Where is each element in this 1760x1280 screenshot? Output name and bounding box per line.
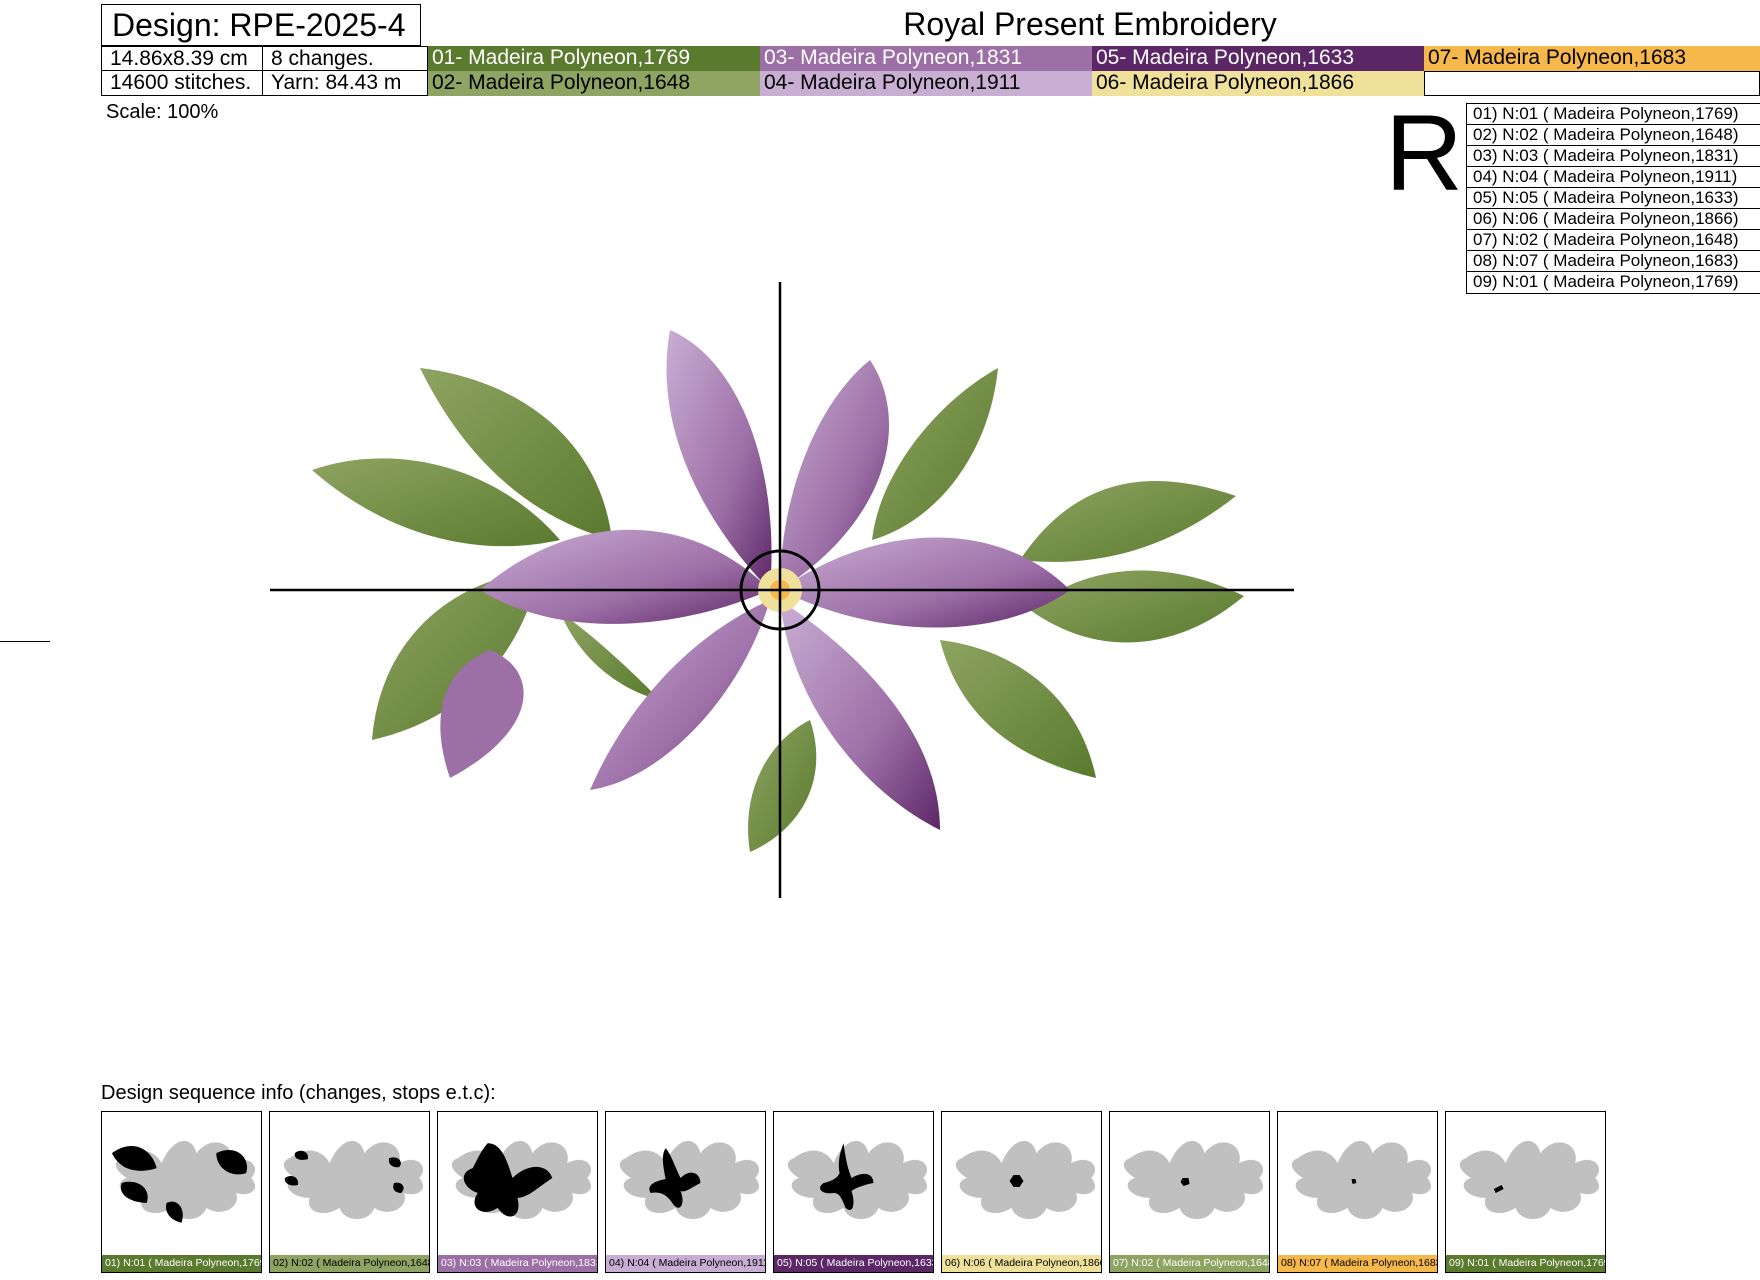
stop-item: 06) N:06 ( Madeira Polyneon,1866) (1467, 209, 1760, 230)
thumbnail-preview (111, 1140, 256, 1223)
thumbnail-preview (955, 1140, 1096, 1220)
thumbnail-preview (1459, 1140, 1600, 1220)
thumbnail-preview (787, 1140, 928, 1220)
stop-list: 01) N:01 ( Madeira Polyneon,1769) 02) N:… (1466, 103, 1760, 294)
thumbnail-preview (283, 1140, 424, 1220)
stop-item: 03) N:03 ( Madeira Polyneon,1831) (1467, 146, 1760, 167)
logo-letter: R (1385, 92, 1463, 213)
thread-swatch: 05- Madeira Polyneon,1633 (1092, 46, 1424, 71)
sequence-thumbnail[interactable]: 09) N:01 ( Madeira Polyneon,1769) (1445, 1111, 1606, 1273)
sequence-thumbnail[interactable]: 07) N:02 ( Madeira Polyneon,1648) (1109, 1111, 1270, 1273)
stop-item: 09) N:01 ( Madeira Polyneon,1769) (1473, 272, 1739, 291)
thumbnail-caption: 05) N:05 ( Madeira Polyneon,1633) (774, 1255, 933, 1272)
stop-item: 05) N:05 ( Madeira Polyneon,1633) (1467, 188, 1760, 209)
stop-item: 07) N:02 ( Madeira Polyneon,1648) (1467, 230, 1760, 251)
thread-swatch: 07- Madeira Polyneon,1683 (1424, 46, 1760, 71)
thread-swatch: 02- Madeira Polyneon,1648 (428, 71, 760, 96)
design-title: Design: RPE-2025-4 (101, 4, 421, 46)
thread-swatch: 03- Madeira Polyneon,1831 (760, 46, 1092, 71)
sequence-thumbnail[interactable]: 02) N:02 ( Madeira Polyneon,1648) (269, 1111, 430, 1273)
stop-item: 08) N:07 ( Madeira Polyneon,1683) (1467, 251, 1760, 272)
thumbnail-preview (1123, 1140, 1264, 1220)
thumbnail-caption: 01) N:01 ( Madeira Polyneon,1769) (102, 1255, 261, 1272)
thumbnail-caption: 08) N:07 ( Madeira Polyneon,1683) (1278, 1255, 1437, 1272)
design-size: 14.86x8.39 cm (101, 46, 263, 71)
thumbnail-caption: 02) N:02 ( Madeira Polyneon,1648) (270, 1255, 429, 1272)
thumbnail-caption: 04) N:04 ( Madeira Polyneon,1911) (606, 1255, 765, 1272)
thumbnail-preview (1291, 1140, 1432, 1220)
sequence-thumbnail[interactable]: 03) N:03 ( Madeira Polyneon,1831) (437, 1111, 598, 1273)
sequence-label: Design sequence info (changes, stops e.t… (101, 1082, 496, 1104)
thumbnail-preview (619, 1140, 760, 1220)
stop-item: 02) N:02 ( Madeira Polyneon,1648) (1467, 125, 1760, 146)
thumbnail-caption: 09) N:01 ( Madeira Polyneon,1769) (1446, 1255, 1605, 1272)
sequence-thumbnail[interactable]: 08) N:07 ( Madeira Polyneon,1683) (1277, 1111, 1438, 1273)
stitch-count: 14600 stitches. (101, 70, 263, 96)
thread-swatch: 01- Madeira Polyneon,1769 (428, 46, 760, 71)
thread-swatch: 04- Madeira Polyneon,1911 (760, 71, 1092, 96)
color-changes: 8 changes. (262, 46, 428, 71)
thumbnail-preview (451, 1140, 592, 1220)
yarn-length: Yarn: 84.43 m (262, 70, 428, 96)
brand-name: Royal Present Embroidery (903, 6, 1277, 42)
stop-item: 01) N:01 ( Madeira Polyneon,1769) (1467, 104, 1760, 125)
edge-marker (0, 641, 50, 642)
thumbnail-caption: 03) N:03 ( Madeira Polyneon,1831) (438, 1255, 597, 1272)
thumbnail-caption: 07) N:02 ( Madeira Polyneon,1648) (1110, 1255, 1269, 1272)
thread-swatch: 06- Madeira Polyneon,1866 (1092, 71, 1424, 96)
sequence-thumbnail[interactable]: 01) N:01 ( Madeira Polyneon,1769) (101, 1111, 262, 1273)
stop-item: 04) N:04 ( Madeira Polyneon,1911) (1467, 167, 1760, 188)
sequence-thumbnail[interactable]: 06) N:06 ( Madeira Polyneon,1866) (941, 1111, 1102, 1273)
thumbnail-caption: 06) N:06 ( Madeira Polyneon,1866) (942, 1255, 1101, 1272)
embroidery-preview[interactable] (260, 280, 1300, 900)
sequence-thumbnail[interactable]: 05) N:05 ( Madeira Polyneon,1633) (773, 1111, 934, 1273)
thread-swatch-empty (1424, 71, 1760, 96)
sequence-thumbnail[interactable]: 04) N:04 ( Madeira Polyneon,1911) (605, 1111, 766, 1273)
scale-label: Scale: 100% (106, 101, 219, 123)
